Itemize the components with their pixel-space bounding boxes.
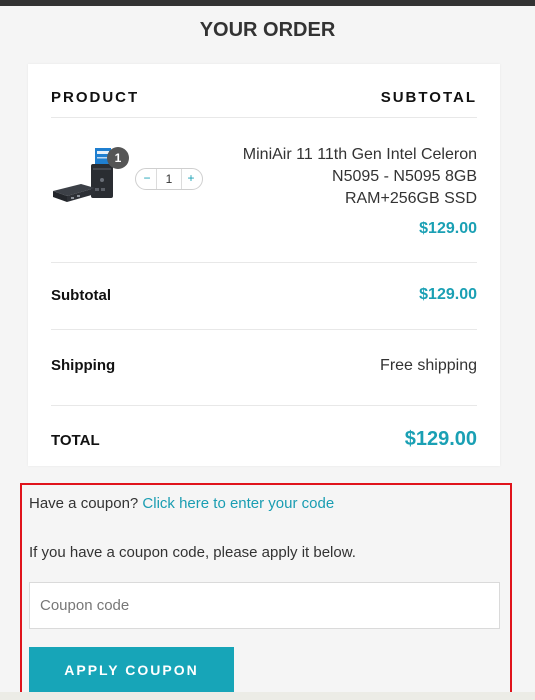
quantity-badge: 1 bbox=[107, 147, 129, 169]
coupon-prompt-text: Have a coupon? bbox=[29, 495, 139, 512]
subtotal-value: $129.00 bbox=[419, 286, 477, 303]
apply-coupon-button[interactable]: APPLY COUPON bbox=[29, 647, 234, 692]
decrease-quantity-button[interactable]: − bbox=[138, 169, 157, 189]
product-name: MiniAir 11 11th Gen Intel Celeron N5095 … bbox=[242, 146, 477, 207]
top-bar bbox=[0, 0, 535, 6]
total-value: $129.00 bbox=[404, 428, 477, 450]
product-price: $129.00 bbox=[419, 220, 477, 237]
column-header-product: PRODUCT bbox=[51, 89, 140, 106]
coupon-help-text: If you have a coupon code, please apply … bbox=[29, 544, 356, 561]
enter-coupon-link[interactable]: Click here to enter your code bbox=[142, 495, 334, 512]
order-item-row: 1 − 1 + MiniAir 11 11th Gen Intel Celero… bbox=[51, 118, 477, 263]
increase-quantity-button[interactable]: + bbox=[181, 169, 200, 189]
subtotal-label: Subtotal bbox=[51, 287, 111, 304]
bottom-strip bbox=[0, 692, 535, 700]
table-header: PRODUCT SUBTOTAL bbox=[51, 64, 477, 118]
subtotal-row: Subtotal $129.00 bbox=[51, 263, 477, 330]
coupon-prompt: Have a coupon? Click here to enter your … bbox=[29, 495, 334, 512]
shipping-row: Shipping Free shipping bbox=[51, 330, 477, 406]
shipping-label: Shipping bbox=[51, 357, 116, 374]
total-label: TOTAL bbox=[51, 432, 100, 449]
coupon-section: Have a coupon? Click here to enter your … bbox=[20, 483, 512, 694]
column-header-subtotal: SUBTOTAL bbox=[380, 89, 477, 106]
quantity-stepper[interactable]: − 1 + bbox=[135, 168, 203, 190]
shipping-value: Free shipping bbox=[380, 357, 477, 374]
page-title: YOUR ORDER bbox=[199, 19, 336, 41]
coupon-code-input[interactable] bbox=[29, 582, 500, 629]
total-row: TOTAL $129.00 bbox=[51, 406, 477, 466]
quantity-value[interactable]: 1 bbox=[156, 169, 182, 189]
order-summary-card: PRODUCT SUBTOTAL 1 − 1 + MiniAir 11 11th… bbox=[28, 64, 500, 466]
